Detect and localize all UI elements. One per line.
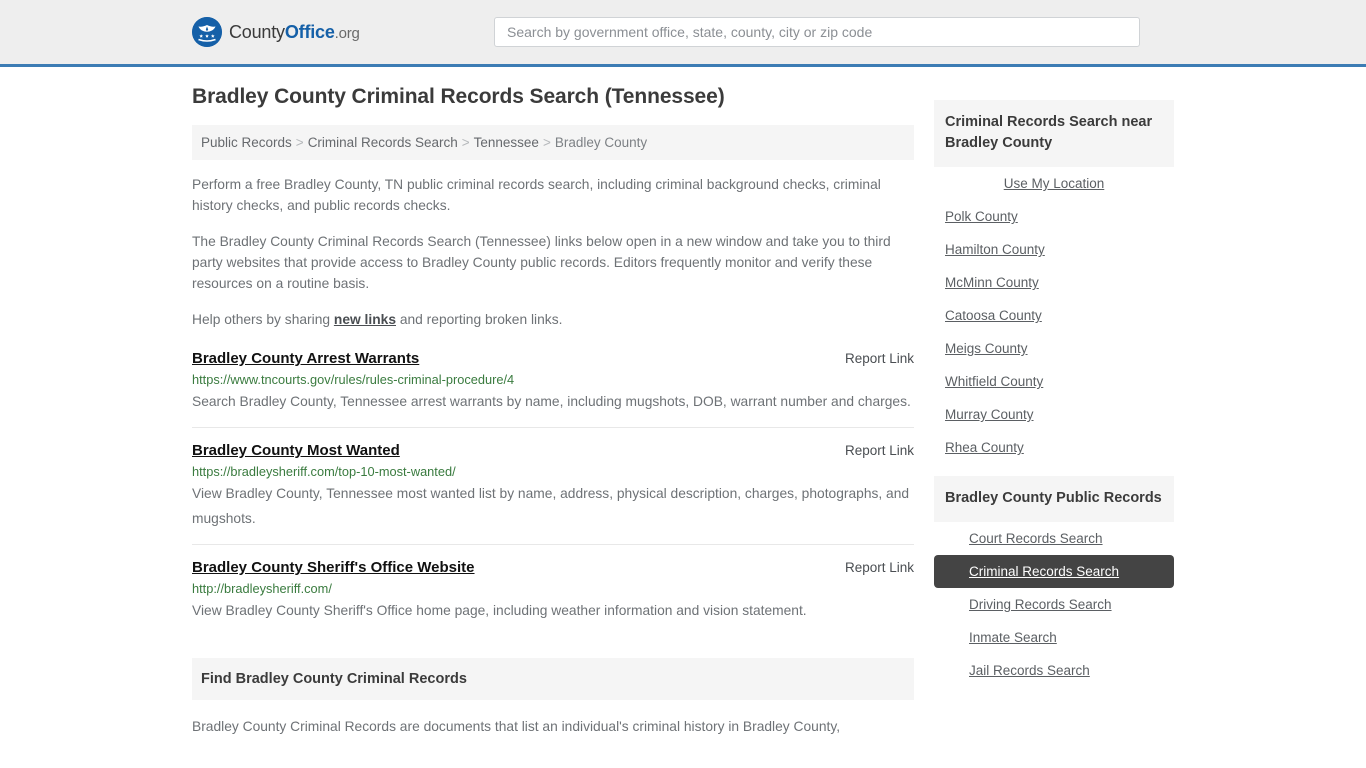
search-input[interactable] [494,17,1140,47]
sidebar-item-use-my-location[interactable]: Use My Location [934,167,1174,200]
resource-link-list: Bradley County Arrest Warrants Report Li… [192,345,914,636]
intro-paragraph-2: The Bradley County Criminal Records Sear… [192,234,891,291]
report-link-button[interactable]: Report Link [825,351,914,366]
resource-link-description: View Bradley County Sheriff's Office hom… [192,603,807,618]
sidebar-item-whitfield-county[interactable]: Whitfield County [934,365,1174,398]
help-text-before: Help others by sharing [192,312,334,327]
sidebar-item-mcminn-county[interactable]: McMinn County [934,266,1174,299]
find-records-body: Bradley County Criminal Records are docu… [192,716,914,737]
sidebar-item-criminal-records-search[interactable]: Criminal Records Search [934,555,1174,588]
page-container: Bradley County Criminal Records Search (… [0,67,1366,737]
breadcrumb: Public Records > Criminal Records Search > T… [192,125,914,160]
sidebar-box-nearby-counties: Criminal Records Search near Bradley Cou… [934,100,1174,464]
sidebar-item-court-records-search[interactable]: Court Records Search [934,522,1174,555]
site-logo-text: CountyOffice.org [229,22,360,43]
site-header: CountyOffice.org [0,0,1366,67]
sidebar-heading-public-records: Bradley County Public Records [934,476,1174,522]
sidebar-item-inmate-search[interactable]: Inmate Search [934,621,1174,654]
resource-link-title[interactable]: Bradley County Sheriff's Office Website [192,559,475,576]
sidebar-item-polk-county[interactable]: Polk County [934,200,1174,233]
resource-link-url: https://bradleysheriff.com/top-10-most-w… [192,464,456,479]
resource-link-description: View Bradley County, Tennessee most want… [192,486,910,526]
new-links-link[interactable]: new links [334,312,396,327]
sidebar-box-public-records: Bradley County Public Records Court Reco… [934,476,1174,687]
sidebar-item-murray-county[interactable]: Murray County [934,398,1174,431]
sidebar-item-hamilton-county[interactable]: Hamilton County [934,233,1174,266]
sidebar-item-meigs-county[interactable]: Meigs County [934,332,1174,365]
sidebar-list-nearby: Use My Location Polk County Hamilton Cou… [934,167,1174,464]
sidebar-item-jail-records-search[interactable]: Jail Records Search [934,654,1174,687]
logo-word-org: .org [334,24,360,42]
resource-link-url: https://www.tncourts.gov/rules/rules-cri… [192,372,515,387]
intro-paragraph-1: Perform a free Bradley County, TN public… [192,177,881,213]
search-container [494,17,1140,47]
breadcrumb-separator: > [295,135,304,150]
help-text-after: and reporting broken links. [396,312,563,327]
breadcrumb-separator: > [542,135,551,150]
logo-word-office: Office [284,21,335,42]
breadcrumb-item-public-records[interactable]: Public Records [201,135,292,150]
resource-link-title[interactable]: Bradley County Arrest Warrants [192,350,419,367]
sidebar-item-rhea-county[interactable]: Rhea County [934,431,1174,464]
help-paragraph: Help others by sharing new links and rep… [192,309,914,330]
list-item: Bradley County Arrest Warrants Report Li… [192,345,914,427]
sidebar-list-public-records: Court Records Search Criminal Records Se… [934,522,1174,687]
resource-link-url: http://bradleysheriff.com/ [192,581,332,596]
intro-text: Perform a free Bradley County, TN public… [192,174,914,330]
breadcrumb-item-tennessee[interactable]: Tennessee [474,135,539,150]
eagle-seal-icon [192,17,222,47]
breadcrumb-item-criminal-records-search[interactable]: Criminal Records Search [308,135,458,150]
page-title: Bradley County Criminal Records Search (… [192,85,725,108]
breadcrumb-separator: > [461,135,470,150]
sidebar-item-driving-records-search[interactable]: Driving Records Search [934,588,1174,621]
resource-link-description: Search Bradley County, Tennessee arrest … [192,394,911,409]
sidebar-item-catoosa-county[interactable]: Catoosa County [934,299,1174,332]
list-item: Bradley County Most Wanted Report Link h… [192,427,914,544]
logo-word-county: County [229,21,285,42]
find-records-heading: Find Bradley County Criminal Records [192,658,914,700]
sidebar-heading-nearby: Criminal Records Search near Bradley Cou… [934,100,1174,167]
sidebar: Criminal Records Search near Bradley Cou… [934,85,1174,737]
list-item: Bradley County Sheriff's Office Website … [192,544,914,636]
site-logo[interactable]: CountyOffice.org [192,17,360,47]
report-link-button[interactable]: Report Link [825,560,914,575]
resource-link-title[interactable]: Bradley County Most Wanted [192,442,400,459]
breadcrumb-item-bradley-county: Bradley County [554,135,648,150]
main-column: Bradley County Criminal Records Search (… [192,85,914,737]
report-link-button[interactable]: Report Link [825,443,914,458]
find-records-paragraph: Bradley County Criminal Records are docu… [192,719,841,734]
